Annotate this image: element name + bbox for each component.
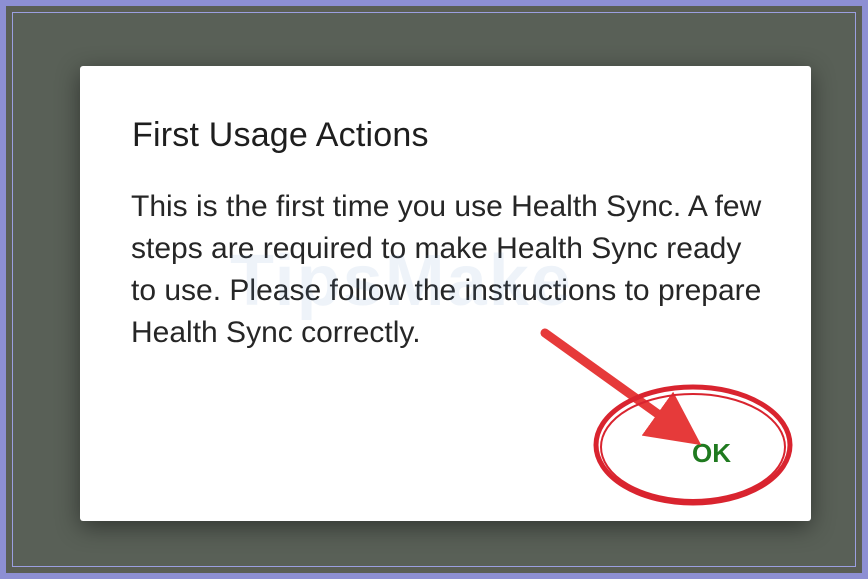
ok-button[interactable]: OK: [692, 438, 731, 469]
dialog-title: First Usage Actions: [132, 116, 429, 154]
first-usage-dialog: First Usage Actions This is the first ti…: [80, 66, 811, 521]
dialog-message: This is the first time you use Health Sy…: [131, 190, 762, 349]
